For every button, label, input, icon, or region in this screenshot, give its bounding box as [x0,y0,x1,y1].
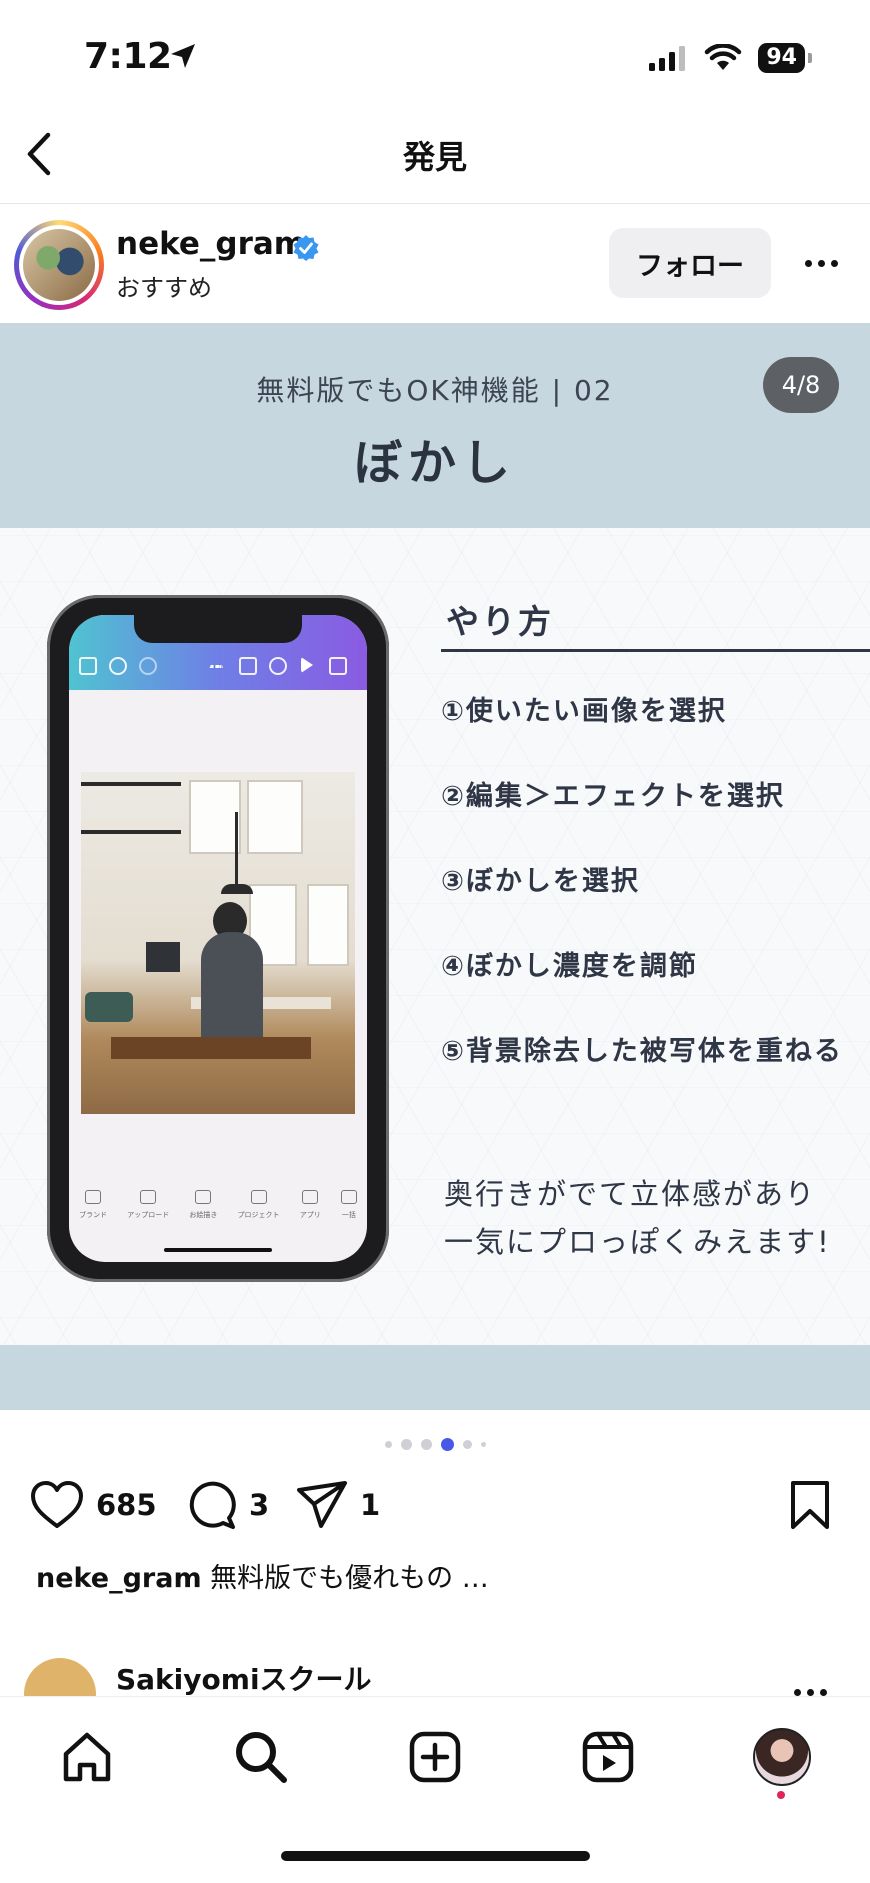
post-username[interactable]: neke_gram [116,226,306,262]
post-avatar[interactable] [14,220,104,310]
step-2: ②編集＞エフェクトを選択 [441,781,785,812]
slide-bottom-band [0,1345,870,1410]
save-button[interactable] [788,1480,832,1530]
comment-icon [189,1481,236,1529]
slide-title: ぼかし [353,435,516,491]
tab-reels[interactable] [578,1727,638,1787]
header-divider [0,203,870,204]
method-divider [441,649,870,652]
heart-icon [31,1481,83,1528]
carousel-indicator [385,1438,486,1451]
tab-profile[interactable] [752,1727,812,1787]
share-count: 1 [360,1488,381,1522]
search-icon [236,1732,287,1783]
follow-button[interactable]: フォロー [609,228,771,298]
share-button[interactable]: 1 [296,1480,380,1530]
reels-icon [582,1731,634,1783]
phone-mockup-image: ブランド アップロード お絵描き プロジェクト アプリ 一括 [47,595,389,1282]
step-3: ③ぼかしを選択 [441,866,640,897]
phone-tab-label: お絵描き [189,1211,218,1219]
step-5: ⑤背景除去した被写体を重ねる [441,1036,843,1067]
phone-tab-label: アップロード [127,1211,170,1219]
next-post-username[interactable]: Sakiyomiスクール [116,1658,372,1698]
comment-button[interactable]: 3 [187,1480,269,1530]
profile-notification-dot [777,1791,785,1799]
slide-note-line-2: 一気にプロっぽくみえます! [444,1225,831,1259]
battery-icon: 94 [758,43,812,73]
caption-text: 無料版でも優れもの … [210,1563,489,1594]
phone-tab-label: 一括 [341,1211,356,1219]
slide-note-line-1: 奥行きがでて立体感があり [444,1177,817,1211]
home-indicator [281,1851,590,1861]
send-icon [297,1481,347,1528]
step-4: ④ぼかし濃度を調節 [441,951,698,982]
phone-tab-label: ブランド [79,1211,108,1219]
phone-tab-label: プロジェクト [237,1211,280,1219]
battery-level: 94 [758,43,805,73]
tab-home[interactable] [57,1727,117,1787]
phone-mockup-tabs: ブランド アップロード お絵描き プロジェクト アプリ 一括 [69,1190,367,1240]
bookmark-icon [791,1481,829,1529]
next-post-more-icon[interactable] [794,1689,827,1696]
step-1: ①使いたい画像を選択 [441,696,727,727]
page-counter: 4/8 [763,357,839,413]
profile-avatar [753,1728,811,1786]
more-options-icon[interactable] [796,248,846,278]
page-title: 発見 [402,138,467,176]
like-button[interactable]: 685 [30,1480,157,1530]
tab-create[interactable] [405,1727,465,1787]
create-icon [409,1731,461,1783]
phone-tab-label: アプリ [299,1211,321,1219]
slide-subtitle: 無料版でもOK神機能 | 02 [256,374,614,407]
carousel-slide[interactable]: 無料版でもOK神機能 | 02 ぼかし 4/8 ブランド アップロード お絵描き… [0,323,870,1410]
post-caption[interactable]: neke_gram 無料版でも優れもの … [36,1556,489,1595]
location-arrow-icon [171,44,195,68]
status-icons: 94 [648,40,812,76]
wifi-icon [705,44,742,70]
home-icon [63,1732,111,1782]
caption-username[interactable]: neke_gram [36,1563,202,1594]
status-time: 7:12 [84,36,172,77]
verified-badge-icon [293,235,319,261]
post-subtitle: おすすめ [116,274,212,302]
comment-count: 3 [249,1488,270,1522]
signal-icon [649,46,686,71]
like-count: 685 [96,1488,157,1522]
tab-search[interactable] [231,1727,291,1787]
method-heading: やり方 [446,602,554,641]
